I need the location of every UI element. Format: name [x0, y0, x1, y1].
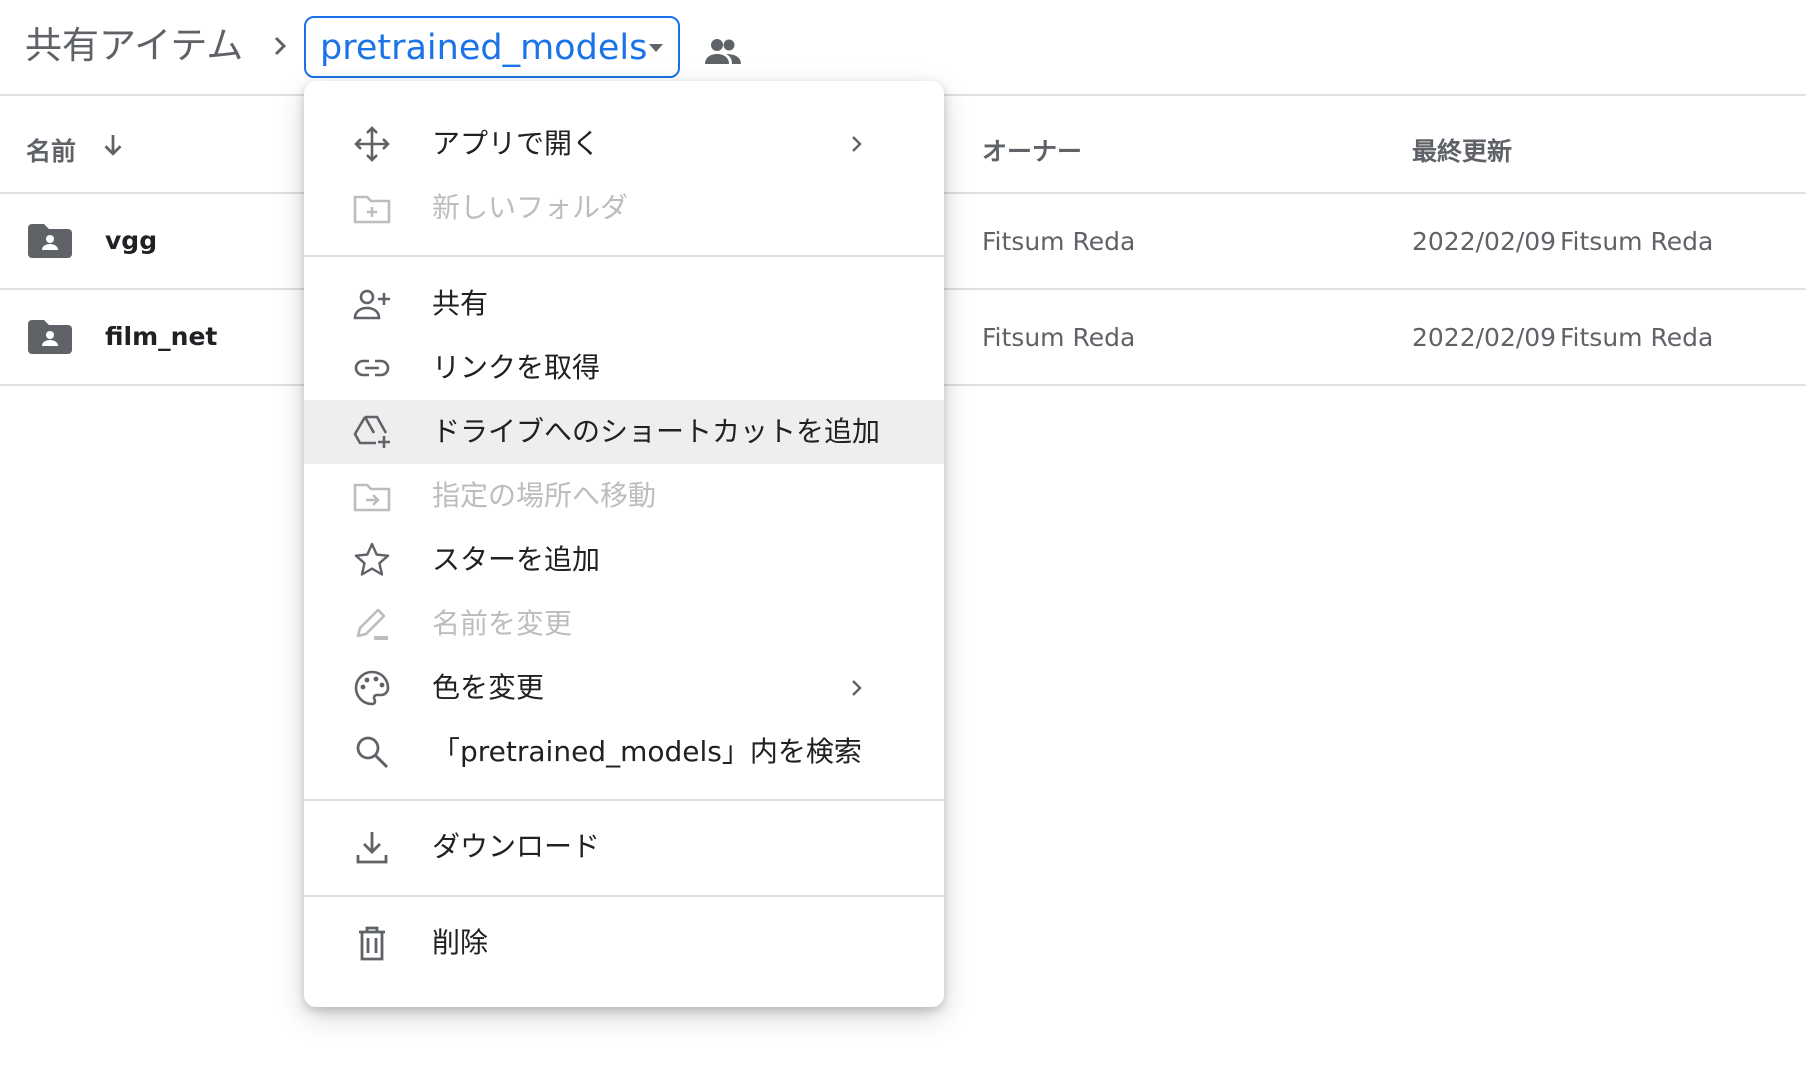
menu-item-label: 新しいフォルダ — [432, 191, 629, 224]
menu-item-label: 削除 — [432, 926, 489, 959]
current-folder-dropdown[interactable]: pretrained_models — [304, 16, 680, 78]
menu-item-rename: 名前を変更 — [304, 592, 944, 656]
menu-item-label: ドライブへのショートカットを追加 — [432, 415, 881, 448]
menu-item-download[interactable]: ダウンロード — [304, 815, 944, 879]
menu-item-label: 名前を変更 — [432, 607, 573, 640]
caret-down-icon — [649, 44, 663, 52]
menu-item-delete[interactable]: 削除 — [304, 911, 944, 975]
chevron-right-icon — [274, 36, 287, 56]
chevron-right-icon — [852, 680, 862, 696]
file-owner: Fitsum Reda — [982, 323, 1136, 352]
menu-item-change-color[interactable]: 色を変更 — [304, 656, 944, 720]
menu-item-share[interactable]: 共有 — [304, 272, 944, 336]
menu-item-label: アプリで開く — [432, 127, 601, 160]
menu-item-label: 「pretrained_models」内を検索 — [432, 735, 862, 768]
menu-item-label: ダウンロード — [432, 830, 601, 863]
breadcrumb-root[interactable]: 共有アイテム — [25, 22, 243, 70]
file-modified-date: 2022/02/09 — [1412, 323, 1557, 352]
shared-folder-icon — [28, 320, 72, 354]
palette-icon — [354, 670, 390, 706]
menu-item-label: スターを追加 — [432, 543, 601, 576]
shared-folder-icon — [28, 224, 72, 258]
star-icon — [354, 542, 390, 576]
file-name: film_net — [105, 322, 218, 351]
arrow-down-icon[interactable] — [98, 130, 128, 160]
rename-icon — [356, 608, 388, 640]
menu-item-get-link[interactable]: リンクを取得 — [304, 336, 944, 400]
menu-item-open-with[interactable]: アプリで開く — [304, 112, 944, 176]
search-icon — [356, 736, 389, 769]
open-with-icon — [354, 126, 390, 162]
menu-item-label: 色を変更 — [432, 671, 545, 704]
chevron-right-icon — [852, 136, 862, 152]
column-name[interactable]: 名前 — [26, 132, 76, 168]
menu-divider — [304, 255, 944, 257]
menu-item-add-shortcut[interactable]: ドライブへのショートカットを追加 — [304, 400, 944, 464]
file-modified-date: 2022/02/09 — [1412, 227, 1557, 256]
link-icon — [354, 359, 390, 377]
menu-divider — [304, 799, 944, 801]
menu-item-label: 共有 — [432, 287, 489, 320]
menu-item-new-folder: 新しいフォルダ — [304, 176, 944, 240]
move-folder-icon — [353, 483, 391, 512]
context-menu: アプリで開く 新しいフォルダ 共有 リンクを取得 ドライブへのショートカットを追… — [304, 81, 944, 1007]
column-modified[interactable]: 最終更新 — [1412, 132, 1512, 168]
menu-item-search-in-folder[interactable]: 「pretrained_models」内を検索 — [304, 720, 944, 784]
column-owner[interactable]: オーナー — [982, 132, 1082, 168]
current-folder-label: pretrained_models — [320, 28, 648, 68]
download-icon — [356, 832, 388, 864]
menu-item-move: 指定の場所へ移動 — [304, 464, 944, 528]
menu-item-label: リンクを取得 — [432, 351, 601, 384]
file-modified-by: Fitsum Reda — [1560, 323, 1714, 352]
file-name: vgg — [105, 226, 158, 255]
menu-item-label: 指定の場所へ移動 — [432, 479, 657, 512]
file-owner: Fitsum Reda — [982, 227, 1136, 256]
person-add-icon — [353, 289, 390, 320]
new-folder-icon — [353, 195, 391, 224]
drive-shortcut-icon — [353, 415, 390, 448]
shared-people-icon — [705, 39, 741, 64]
file-modified-by: Fitsum Reda — [1560, 227, 1714, 256]
trash-icon — [359, 926, 385, 961]
menu-item-add-star[interactable]: スターを追加 — [304, 528, 944, 592]
menu-divider — [304, 895, 944, 897]
